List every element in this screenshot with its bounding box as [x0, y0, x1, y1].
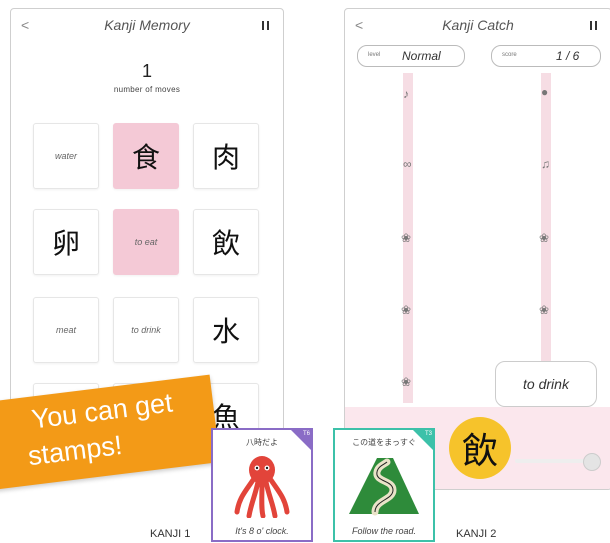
falling-kanji[interactable]: 飲 [449, 417, 511, 479]
memory-card-4[interactable]: 卵 [33, 209, 99, 275]
score-value: 1 / 6 [556, 49, 580, 63]
catch-slider-knob[interactable] [583, 453, 601, 471]
stamp-caption-2: KANJI 2 [456, 528, 497, 540]
broccoli-icon: ❀ [401, 375, 412, 389]
memory-card-1[interactable]: water [33, 123, 99, 189]
stamp-card-2: T3 この道をまっすぐ Follow the road. [333, 428, 435, 542]
card-text: 水 [211, 315, 240, 348]
level-label: level [368, 52, 381, 58]
stamp-caption-text: It's 8 o' clock. [235, 526, 289, 536]
stamp-title: この道をまっすぐ [352, 438, 416, 447]
octopus-icon [234, 456, 290, 518]
card-text: 卵 [51, 227, 80, 260]
stamp-title: 八時だよ [246, 438, 278, 447]
moves-count: 1 [141, 61, 152, 81]
memory-title: Kanji Memory [104, 17, 190, 33]
broccoli-icon: ❀ [539, 303, 550, 317]
road-icon [349, 458, 419, 516]
stamp-caption-1: KANJI 1 [150, 528, 191, 540]
card-text: water [54, 151, 77, 161]
memory-card-7[interactable]: meat [33, 297, 99, 363]
card-text: meat [55, 325, 76, 335]
score-label: score [502, 52, 517, 58]
card-text: to drink [131, 325, 161, 335]
score-pill: score 1 / 6 [491, 45, 601, 67]
catch-title: Kanji Catch [442, 17, 514, 33]
broccoli-icon: ❀ [539, 231, 550, 245]
memory-card-3[interactable]: 肉 [193, 123, 259, 189]
memory-card-8[interactable]: to drink [113, 297, 179, 363]
level-value: Normal [402, 49, 441, 63]
falling-item-icon: ♫ [541, 157, 550, 171]
moves-label: number of moves [113, 85, 181, 94]
card-text: to eat [134, 237, 158, 247]
level-pill: level Normal [357, 45, 465, 67]
falling-item-icon: ∞ [403, 157, 412, 171]
falling-item-icon: ♪ [403, 87, 409, 101]
pause-icon[interactable] [590, 21, 597, 30]
pause-icon[interactable] [262, 21, 269, 30]
memory-topbar: < Kanji Memory [11, 9, 283, 45]
kanji-memory-screen: < Kanji Memory 1 number of moves water 食… [10, 8, 284, 440]
memory-card-5[interactable]: to eat [113, 209, 179, 275]
kanji-catch-screen: < Kanji Catch level Normal score 1 / 6 ♪… [344, 8, 610, 490]
banner-line-2: stamps! [26, 429, 124, 472]
stamp-caption-text: Follow the road. [351, 526, 417, 536]
answer-option[interactable]: to drink [495, 361, 597, 407]
broccoli-icon: ❀ [401, 303, 412, 317]
memory-card-9[interactable]: 水 [193, 297, 259, 363]
card-text: 肉 [211, 141, 240, 174]
memory-card-2[interactable]: 食 [113, 123, 179, 189]
card-text: 食 [131, 141, 160, 174]
banner-line-1: You can get [29, 387, 175, 435]
memory-card-6[interactable]: 飲 [193, 209, 259, 275]
catch-topbar: < Kanji Catch [345, 9, 610, 45]
bottle-icon: ● [541, 85, 549, 99]
card-text: 飲 [211, 227, 240, 260]
stamp-card-1: T6 八時だよ It's 8 o' clock. [211, 428, 313, 542]
broccoli-icon: ❀ [401, 231, 412, 245]
